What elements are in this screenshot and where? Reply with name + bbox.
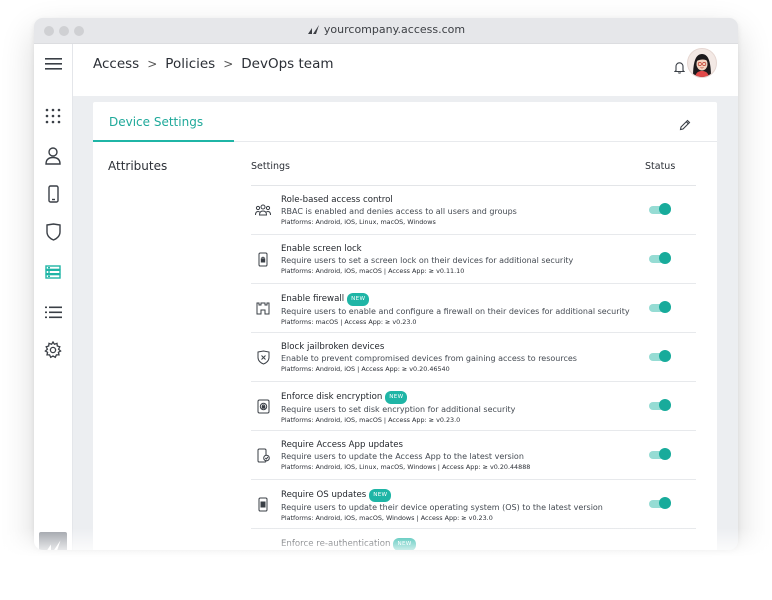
setting-row-app-updates: Require Access App updates Require users… bbox=[251, 431, 696, 480]
edit-pencil-icon[interactable] bbox=[679, 116, 691, 135]
address-url: yourcompany.access.com bbox=[323, 23, 466, 36]
bell-icon[interactable] bbox=[673, 59, 686, 78]
breadcrumb-item-access[interactable]: Access bbox=[93, 56, 139, 72]
setting-name-text: Enable firewall bbox=[281, 294, 345, 304]
firewall-icon bbox=[255, 300, 271, 316]
setting-row-reauthentication: Enforce re-authentication NEW bbox=[251, 529, 696, 550]
new-badge: NEW bbox=[347, 293, 370, 306]
app-update-icon bbox=[255, 447, 271, 463]
setting-row-rbac: Role-based access control RBAC is enable… bbox=[251, 186, 696, 235]
column-header-settings: Settings bbox=[251, 161, 290, 172]
setting-name: Role-based access control bbox=[281, 195, 393, 205]
setting-platforms: Platforms: Android, iOS | Access App: ≥ … bbox=[281, 365, 450, 373]
setting-name-text: Enforce disk encryption bbox=[281, 392, 383, 402]
breadcrumb-item-devops-team: DevOps team bbox=[241, 56, 334, 72]
setting-platforms: Platforms: macOS | Access App: ≥ v0.23.0 bbox=[281, 318, 417, 326]
setting-row-os-updates: Require OS updates NEW Require users to u… bbox=[251, 480, 696, 529]
app-updates-toggle[interactable] bbox=[649, 448, 673, 460]
setting-description: Require users to set disk encryption for… bbox=[281, 405, 516, 414]
setting-platforms: Platforms: Android, iOS, Linux, macOS, W… bbox=[281, 463, 531, 471]
brand-logo-icon bbox=[307, 25, 319, 34]
rbac-toggle[interactable] bbox=[649, 203, 673, 215]
setting-row-firewall: Enable firewall NEW Require users to enab… bbox=[251, 284, 696, 333]
setting-platforms: Platforms: Android, iOS, macOS | Access … bbox=[281, 267, 465, 275]
setting-platforms: Platforms: Android, iOS, Linux, macOS, W… bbox=[281, 218, 436, 226]
setting-row-screen-lock: Enable screen lock Require users to set … bbox=[251, 235, 696, 284]
brand-logo-icon bbox=[46, 539, 61, 550]
list-icon[interactable] bbox=[43, 302, 63, 322]
setting-description: Require users to update the Access App t… bbox=[281, 452, 524, 461]
breadcrumb-separator: > bbox=[223, 57, 234, 71]
user-icon[interactable] bbox=[43, 146, 63, 166]
setting-description: Require users to set a screen lock on th… bbox=[281, 256, 574, 265]
setting-platforms: Platforms: Android, iOS, macOS, Windows … bbox=[281, 514, 493, 522]
shield-x-icon bbox=[255, 349, 271, 365]
setting-name: Require OS updates NEW bbox=[281, 489, 603, 502]
setting-description: Enable to prevent compromised devices fr… bbox=[281, 354, 577, 363]
shield-icon[interactable] bbox=[43, 222, 63, 242]
avatar[interactable] bbox=[687, 48, 717, 78]
jailbroken-toggle[interactable] bbox=[649, 350, 673, 362]
apps-grid-icon[interactable] bbox=[43, 106, 63, 126]
gear-icon[interactable] bbox=[43, 340, 63, 360]
os-update-icon bbox=[255, 496, 271, 512]
breadcrumb-item-policies[interactable]: Policies bbox=[165, 56, 215, 72]
phone-lock-icon bbox=[255, 251, 271, 267]
setting-platforms: Platforms: Android, iOS, macOS | Access … bbox=[281, 416, 461, 424]
setting-name: Enable firewall NEW bbox=[281, 293, 630, 306]
section-label-attributes: Attributes bbox=[108, 159, 168, 173]
active-tab-indicator bbox=[93, 140, 234, 142]
browser-window: yourcompany.access.com Access > Policies… bbox=[34, 18, 738, 550]
setting-description: Require users to enable and configure a … bbox=[281, 307, 630, 316]
setting-name: Enforce disk encryption NEW bbox=[281, 391, 515, 404]
breadcrumb: Access > Policies > DevOps team bbox=[93, 56, 334, 72]
sidebar bbox=[34, 44, 73, 550]
disk-lock-icon bbox=[255, 398, 271, 414]
setting-name: Block jailbroken devices bbox=[281, 342, 385, 352]
screen-lock-toggle[interactable] bbox=[649, 252, 673, 264]
setting-name-text: Enforce re-authentication bbox=[281, 539, 391, 549]
tab-device-settings[interactable]: Device Settings bbox=[109, 115, 203, 129]
device-settings-card: Device Settings Attributes Settings Stat… bbox=[93, 102, 717, 550]
disk-encryption-toggle[interactable] bbox=[649, 399, 673, 411]
address-bar[interactable]: yourcompany.access.com bbox=[34, 23, 738, 36]
os-updates-toggle[interactable] bbox=[649, 497, 673, 509]
setting-row-disk-encryption: Enforce disk encryption NEW Require users… bbox=[251, 382, 696, 431]
firewall-toggle[interactable] bbox=[649, 301, 673, 313]
browser-titlebar: yourcompany.access.com bbox=[34, 18, 738, 44]
menu-icon[interactable] bbox=[43, 54, 63, 74]
device-icon[interactable] bbox=[43, 184, 63, 204]
setting-description: RBAC is enabled and denies access to all… bbox=[281, 207, 517, 216]
column-header-status: Status bbox=[645, 161, 676, 172]
users-group-icon bbox=[255, 202, 271, 218]
new-badge: NEW bbox=[369, 489, 392, 502]
breadcrumb-separator: > bbox=[147, 57, 158, 71]
setting-name: Require Access App updates bbox=[281, 440, 403, 450]
setting-name: Enforce re-authentication NEW bbox=[281, 538, 416, 550]
new-badge: NEW bbox=[393, 538, 416, 550]
setting-name-text: Require OS updates bbox=[281, 490, 367, 500]
new-badge: NEW bbox=[385, 391, 408, 404]
policies-icon[interactable] bbox=[43, 262, 63, 282]
brand-logo-tile bbox=[39, 532, 67, 550]
setting-description: Require users to update their device ope… bbox=[281, 503, 603, 512]
setting-row-jailbroken: Block jailbroken devices Enable to preve… bbox=[251, 333, 696, 382]
setting-name: Enable screen lock bbox=[281, 244, 362, 254]
top-bar: Access > Policies > DevOps team bbox=[73, 44, 738, 96]
settings-list: Role-based access control RBAC is enable… bbox=[251, 186, 696, 550]
